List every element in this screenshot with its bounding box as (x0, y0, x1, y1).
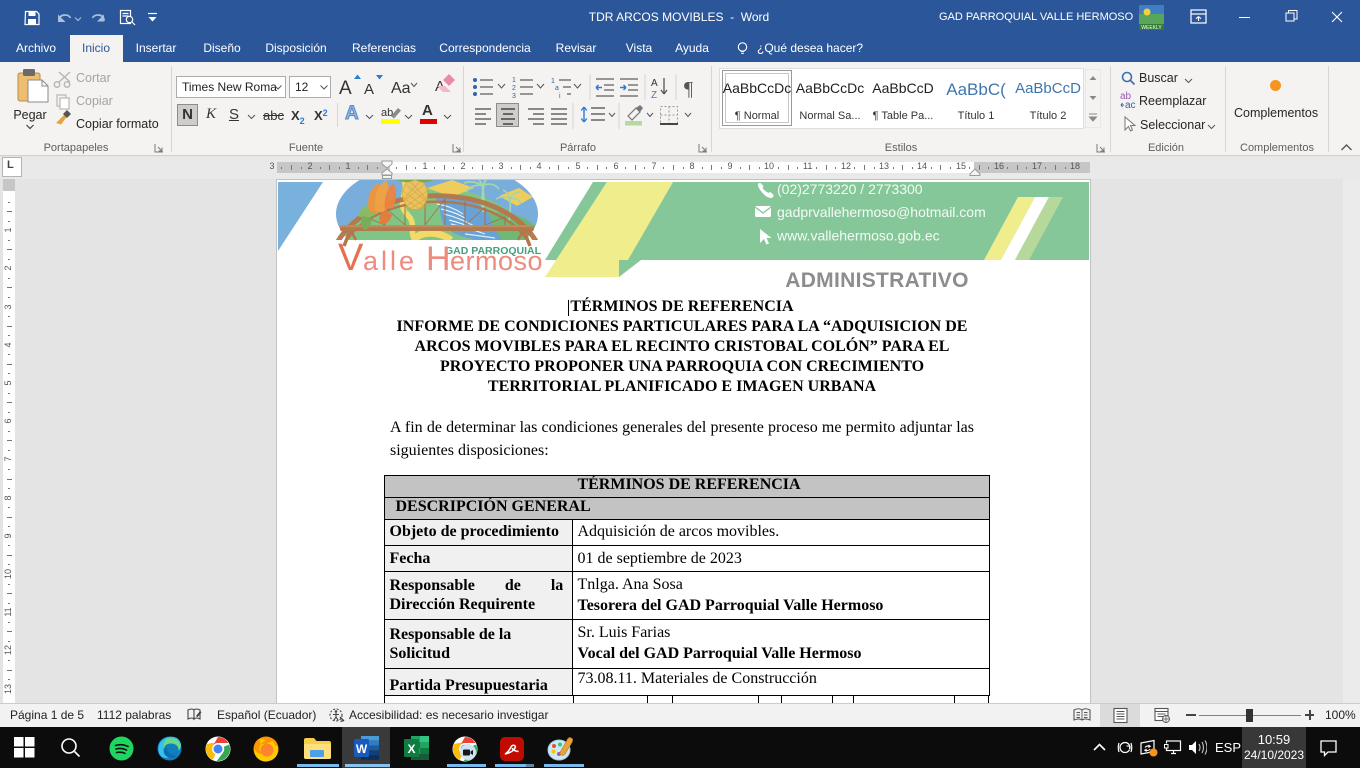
svg-text:W: W (356, 742, 368, 756)
svg-text:(02)2773220 / 2773300: (02)2773220 / 2773300 (777, 181, 923, 197)
svg-text:Z: Z (651, 90, 657, 100)
svg-text:ac: ac (1125, 100, 1136, 111)
svg-text:www.vallehermoso.gob.ec: www.vallehermoso.gob.ec (776, 228, 940, 244)
svg-text:alle: alle (363, 246, 417, 276)
svg-text:V: V (338, 237, 364, 279)
svg-text:ermoso: ermoso (450, 246, 543, 276)
svg-text:A: A (651, 78, 658, 89)
svg-text:X: X (407, 742, 415, 756)
svg-text:H: H (426, 240, 451, 278)
svg-text:¶: ¶ (684, 78, 693, 100)
svg-text:ab: ab (381, 107, 393, 119)
svg-text:3: 3 (512, 93, 516, 100)
svg-text:gadprvallehermoso@hotmail.com: gadprvallehermoso@hotmail.com (777, 204, 986, 220)
svg-text:Aa: Aa (391, 80, 411, 97)
svg-text:2: 2 (512, 85, 516, 92)
svg-text:1: 1 (551, 78, 555, 85)
svg-text:1: 1 (512, 77, 516, 84)
svg-text:a: a (555, 85, 559, 92)
svg-text:A: A (339, 78, 352, 99)
svg-text:A: A (364, 81, 374, 98)
svg-text:i: i (559, 93, 561, 100)
svg-text:WEEKLY: WEEKLY (1141, 25, 1162, 30)
